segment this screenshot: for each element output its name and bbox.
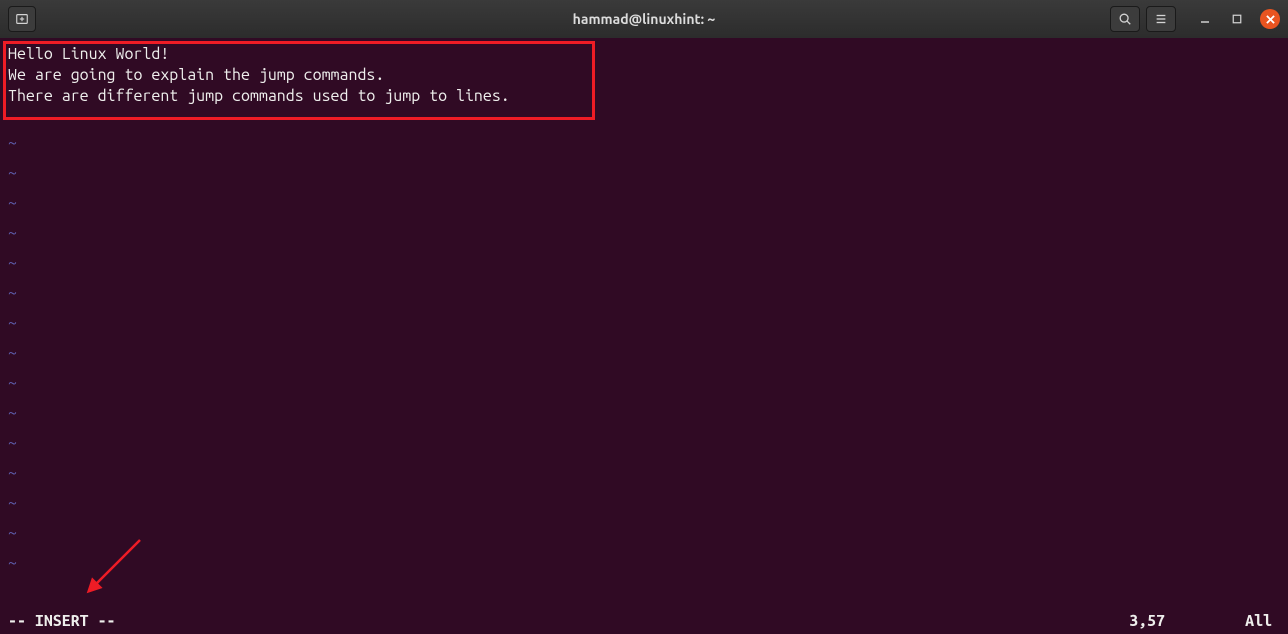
view-percentage: All — [1245, 612, 1272, 630]
editor-line: We are going to explain the jump command… — [8, 65, 1280, 86]
tilde-line: ~ — [8, 488, 1280, 518]
tilde-line: ~ — [8, 338, 1280, 368]
tilde-line: ~ — [8, 458, 1280, 488]
tilde-line: ~ — [8, 128, 1280, 158]
new-tab-button[interactable] — [8, 6, 36, 32]
tilde-line: ~ — [8, 248, 1280, 278]
minimize-button[interactable] — [1196, 10, 1214, 28]
search-icon — [1118, 12, 1132, 26]
editor-line: Hello Linux World! — [8, 44, 1280, 65]
tilde-line: ~ — [8, 158, 1280, 188]
titlebar-left — [8, 6, 36, 32]
maximize-icon — [1232, 14, 1242, 24]
menu-button[interactable] — [1146, 6, 1176, 32]
tilde-line: ~ — [8, 428, 1280, 458]
tilde-line: ~ — [8, 518, 1280, 548]
vim-status-bar: -- INSERT -- 3,57 All — [8, 612, 1280, 630]
titlebar: hammad@linuxhint: ~ — [0, 0, 1288, 38]
vim-mode: -- INSERT -- — [8, 612, 116, 630]
search-button[interactable] — [1110, 6, 1140, 32]
tilde-line: ~ — [8, 308, 1280, 338]
tilde-line: ~ — [8, 368, 1280, 398]
window-controls — [1196, 9, 1280, 29]
titlebar-right — [1110, 6, 1280, 32]
empty-lines: ~ ~ ~ ~ ~ ~ ~ ~ ~ ~ ~ ~ ~ ~ ~ — [8, 128, 1280, 578]
maximize-button[interactable] — [1228, 10, 1246, 28]
cursor-position: 3,57 — [1129, 612, 1165, 630]
tilde-line: ~ — [8, 548, 1280, 578]
tilde-line: ~ — [8, 218, 1280, 248]
close-icon — [1266, 15, 1275, 24]
close-button[interactable] — [1260, 9, 1280, 29]
new-tab-icon — [15, 12, 29, 26]
window-title: hammad@linuxhint: ~ — [573, 11, 716, 27]
hamburger-icon — [1154, 12, 1168, 26]
minimize-icon — [1199, 13, 1211, 25]
tilde-line: ~ — [8, 398, 1280, 428]
editor-line: There are different jump commands used t… — [8, 86, 1280, 107]
terminal-content[interactable]: Hello Linux World! We are going to expla… — [0, 38, 1288, 584]
tilde-line: ~ — [8, 278, 1280, 308]
tilde-line: ~ — [8, 188, 1280, 218]
